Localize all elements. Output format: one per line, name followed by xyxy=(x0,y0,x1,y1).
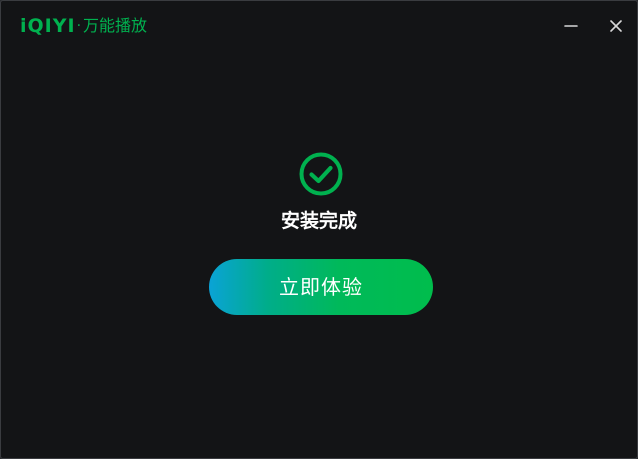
brand-product-name: 万能播放 xyxy=(83,16,148,35)
brand-separator: · xyxy=(76,18,82,34)
minimize-icon xyxy=(564,25,578,27)
minimize-button[interactable] xyxy=(559,14,583,38)
close-button[interactable] xyxy=(604,14,628,38)
installer-window: iQIYI · 万能播放 安装完成 立即体验 xyxy=(0,0,638,459)
close-icon xyxy=(610,20,622,32)
title-bar[interactable]: iQIYI · 万能播放 xyxy=(1,1,637,51)
brand-mark: iQIYI xyxy=(20,15,76,37)
check-circle-icon xyxy=(299,152,343,196)
app-logo: iQIYI · 万能播放 xyxy=(20,15,147,37)
try-now-button[interactable]: 立即体验 xyxy=(209,259,433,315)
install-complete-title: 安装完成 xyxy=(280,210,357,232)
